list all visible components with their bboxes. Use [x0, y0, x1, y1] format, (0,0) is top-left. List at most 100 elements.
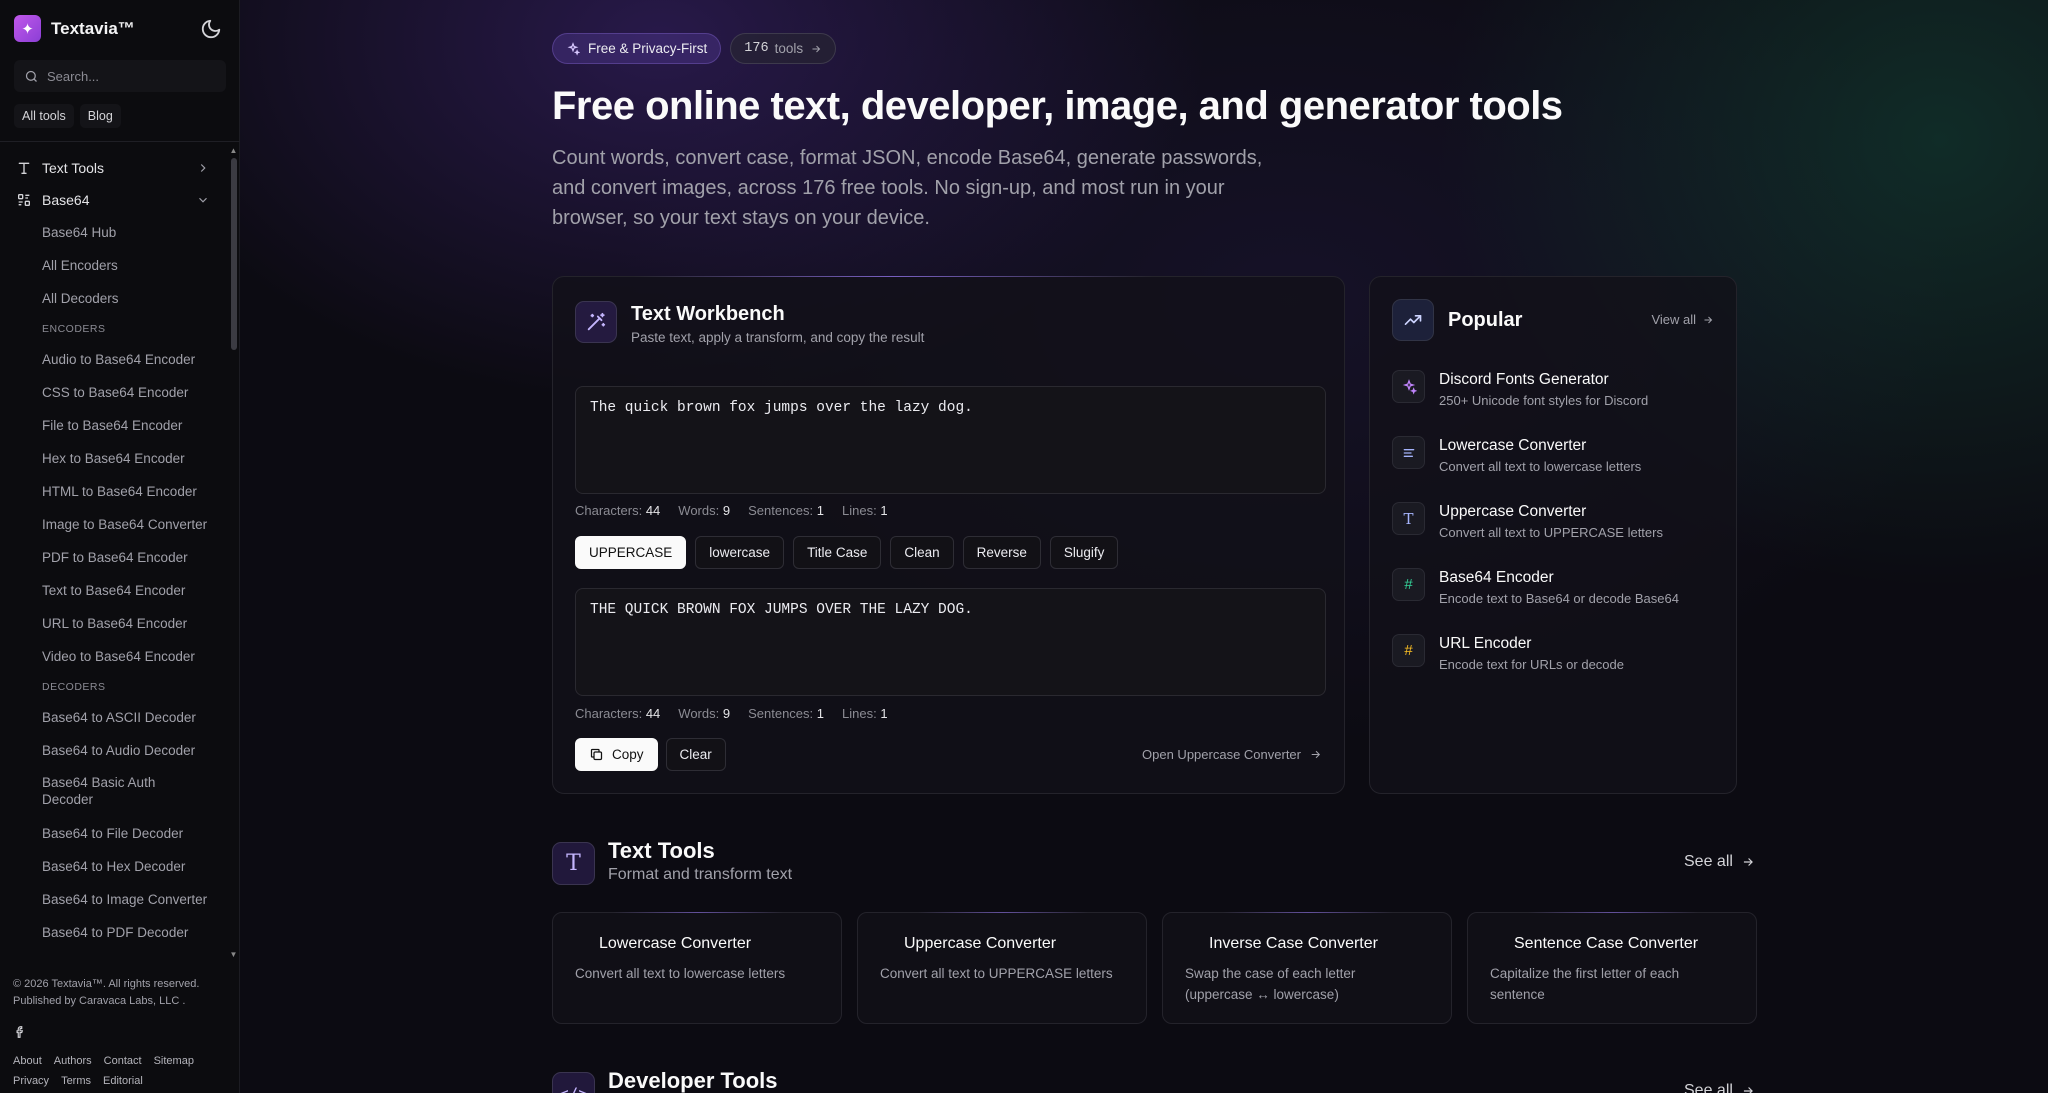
sidebar-item[interactable]: Base64 to Text Decoder [0, 949, 230, 960]
blog-link[interactable]: Blog [79, 104, 121, 128]
brand-logo-icon: ✦ [14, 15, 41, 42]
sidebar-item[interactable]: Base64 to File Decoder [0, 817, 230, 850]
footer-link-contact[interactable]: Contact [104, 1051, 142, 1071]
transform-clean-button[interactable]: Clean [890, 536, 954, 569]
sidebar-item[interactable]: Image to Base64 Converter [0, 508, 230, 541]
brand[interactable]: ✦ Textavia™ [14, 15, 135, 42]
output-actions: Copy Clear [575, 738, 726, 771]
transform-titlecase-button[interactable]: Title Case [793, 536, 882, 569]
open-converter-link[interactable]: Open Uppercase Converter [1142, 747, 1322, 762]
transform-slugify-button[interactable]: Slugify [1049, 536, 1119, 569]
popular-title: Popular [1448, 309, 1523, 331]
sidebar-group-base64[interactable]: Base64 [0, 184, 230, 216]
popular-item-uppercase[interactable]: T Uppercase Converter Convert all text t… [1392, 501, 1722, 567]
view-all-link[interactable]: View all [1651, 312, 1714, 327]
footer-link-editorial[interactable]: Editorial [103, 1071, 143, 1091]
popular-item-url-encoder[interactable]: # URL Encoder Encode text for URLs or de… [1392, 633, 1722, 699]
sidebar-item[interactable]: File to Base64 Encoder [0, 409, 230, 442]
sidebar-item[interactable]: Video to Base64 Encoder [0, 640, 230, 673]
workbench-title: Text Workbench [631, 303, 785, 325]
copy-button[interactable]: Copy [575, 738, 658, 771]
text-tools-see-all[interactable]: See all [1684, 853, 1755, 871]
tool-card-desc: Convert all text to UPPERCASE letters [880, 966, 1113, 981]
main-content: Free & Privacy-First 176 tools Free onli… [240, 0, 2048, 1093]
sparkles-icon [1392, 370, 1425, 403]
sidebar-item[interactable]: Text to Base64 Encoder [0, 574, 230, 607]
tool-card-sentence-case[interactable]: Sentence Case Converter Capitalize the f… [1467, 912, 1757, 1024]
facebook-icon[interactable] [13, 1024, 27, 1040]
popular-item-lowercase[interactable]: Lowercase Converter Convert all text to … [1392, 435, 1722, 501]
sidebar-item[interactable]: Base64 to ASCII Decoder [0, 701, 230, 734]
footer-link-terms[interactable]: Terms [61, 1071, 91, 1091]
sidebar-item-base64-hub[interactable]: Base64 Hub [0, 216, 230, 249]
stat-lines: Lines: 1 [842, 503, 888, 518]
popular-item-base64[interactable]: # Base64 Encoder Encode text to Base64 o… [1392, 567, 1722, 633]
output-stats: Characters: 44 Words: 9 Sentences: 1 Lin… [575, 706, 888, 721]
arrow-right-icon [1704, 316, 1713, 323]
base64-icon [17, 194, 30, 206]
search-box[interactable] [14, 60, 226, 92]
popular-item-text: Discord Fonts Generator 250+ Unicode fon… [1439, 369, 1648, 408]
footer-link-about[interactable]: About [13, 1051, 42, 1071]
privacy-badge: Free & Privacy-First [552, 33, 722, 64]
footer-link-sitemap[interactable]: Sitemap [154, 1051, 194, 1071]
card-accent-line [1223, 912, 1393, 913]
section-title: Text Tools [608, 838, 715, 863]
arrow-right-icon [1743, 858, 1753, 866]
chevron-down-icon [199, 197, 207, 203]
clear-button[interactable]: Clear [665, 738, 726, 771]
sidebar-item[interactable]: Base64 to PDF Decoder [0, 916, 230, 949]
scroll-down-arrow[interactable]: ▼ [229, 950, 238, 959]
sidebar-item-all-decoders[interactable]: All Decoders [0, 282, 230, 315]
arrow-right-icon [1311, 750, 1321, 759]
stat-sentences: Sentences: 1 [748, 503, 824, 518]
sidebar-item[interactable]: CSS to Base64 Encoder [0, 376, 230, 409]
type-icon: T [552, 842, 595, 885]
transform-reverse-button[interactable]: Reverse [962, 536, 1041, 569]
tool-card-uppercase[interactable]: Uppercase Converter Convert all text to … [857, 912, 1147, 1024]
transform-lowercase-button[interactable]: lowercase [695, 536, 785, 569]
sidebar-item-all-encoders[interactable]: All Encoders [0, 249, 230, 282]
sparkles-icon [567, 41, 580, 56]
brand-name: Textavia™ [51, 18, 135, 38]
scroll-up-arrow[interactable]: ▲ [229, 146, 238, 155]
tool-card-inverse-case[interactable]: Inverse Case Converter Swap the case of … [1162, 912, 1452, 1024]
sidebar-scrollbar-thumb[interactable] [231, 158, 237, 350]
developer-tools-see-all[interactable]: See all [1684, 1082, 1755, 1093]
input-stats: Characters: 44 Words: 9 Sentences: 1 Lin… [575, 503, 888, 518]
all-tools-link[interactable]: All tools [14, 104, 74, 128]
hash-icon: # [1392, 634, 1425, 667]
tool-card-name: Uppercase Converter [904, 935, 1057, 952]
popular-item-discord-fonts[interactable]: Discord Fonts Generator 250+ Unicode fon… [1392, 369, 1722, 435]
popular-item-desc: Encode text for URLs or decode [1439, 657, 1624, 672]
footer-link-privacy[interactable]: Privacy [13, 1071, 49, 1091]
card-accent-line [613, 912, 783, 913]
footer-link-authors[interactable]: Authors [54, 1051, 92, 1071]
sidebar-item[interactable]: PDF to Base64 Encoder [0, 541, 230, 574]
moon-icon[interactable] [200, 18, 222, 40]
popular-item-name: URL Encoder [1439, 635, 1532, 652]
popular-item-text: Uppercase Converter Convert all text to … [1439, 501, 1663, 540]
input-textarea[interactable]: The quick brown fox jumps over the lazy … [575, 386, 1326, 494]
tools-count-pill[interactable]: 176 tools [730, 33, 837, 64]
search-input[interactable] [47, 68, 217, 84]
tool-card-lowercase[interactable]: Lowercase Converter Convert all text to … [552, 912, 842, 1024]
popular-item-desc: Encode text to Base64 or decode Base64 [1439, 591, 1679, 606]
sidebar-nav: Text Tools Base64 Base64 Hub All Encoder… [0, 152, 230, 960]
sidebar-item[interactable]: Audio to Base64 Encoder [0, 343, 230, 376]
sidebar-item[interactable]: Base64 to Audio Decoder [0, 734, 230, 767]
sidebar-item[interactable]: HTML to Base64 Encoder [0, 475, 230, 508]
transform-uppercase-button[interactable]: UPPERCASE [575, 536, 687, 569]
sidebar-item[interactable]: Base64 to Image Converter [0, 883, 230, 916]
sidebar-group-text-tools[interactable]: Text Tools [0, 152, 230, 184]
sidebar-footer: © 2026 Textavia™. All rights reserved. P… [13, 976, 233, 1091]
top-links: All tools Blog [14, 104, 121, 128]
sidebar-item[interactable]: URL to Base64 Encoder [0, 607, 230, 640]
sidebar-item[interactable]: Hex to Base64 Encoder [0, 442, 230, 475]
sidebar-item[interactable]: Base64 to Hex Decoder [0, 850, 230, 883]
stat-words: Words: 9 [678, 706, 731, 721]
sidebar-item[interactable]: Base64 Basic Auth Decoder [0, 767, 200, 817]
hash-icon: # [1392, 568, 1425, 601]
trending-up-icon [1392, 299, 1434, 341]
output-textarea[interactable]: THE QUICK BROWN FOX JUMPS OVER THE LAZY … [575, 588, 1326, 696]
